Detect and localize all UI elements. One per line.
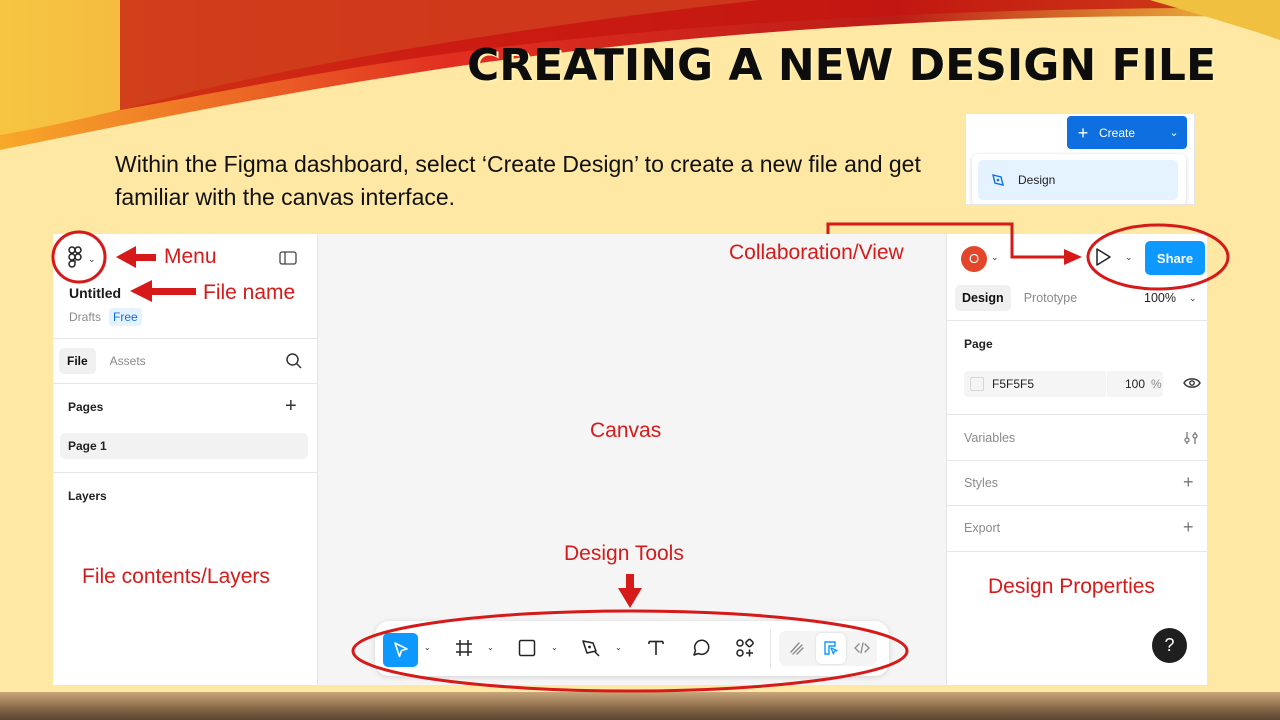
create-menu: Design: [972, 154, 1186, 204]
rectangle-icon: [518, 639, 536, 657]
plus-icon: +: [1077, 122, 1089, 143]
fill-percent-sign: %: [1151, 377, 1162, 391]
design-pen-icon: [978, 172, 1018, 188]
tab-prototype[interactable]: Prototype: [1017, 285, 1085, 311]
tab-assets[interactable]: Assets: [102, 348, 154, 374]
actions-tool-button[interactable]: [732, 635, 758, 661]
divider: [53, 383, 318, 384]
annotation-file-name: File name: [203, 281, 296, 304]
eye-visibility-icon[interactable]: [1183, 376, 1201, 395]
chevron-down-icon[interactable]: ⌄: [991, 252, 999, 263]
add-style-plus-icon[interactable]: +: [1183, 473, 1194, 491]
toolbar-divider: [770, 629, 771, 669]
chevron-down-icon: ⌄: [1169, 127, 1179, 139]
create-design-label: Design: [1018, 173, 1056, 187]
design-mode-button[interactable]: [818, 635, 844, 661]
comment-tool-button[interactable]: [688, 635, 714, 661]
page-section-title: Page: [964, 337, 993, 351]
file-location-label[interactable]: Drafts: [69, 310, 101, 324]
code-brackets-icon: [854, 642, 870, 654]
file-location: Drafts Free: [69, 308, 142, 326]
move-tool-button[interactable]: [383, 633, 418, 667]
tab-file[interactable]: File: [59, 348, 96, 374]
divider: [53, 472, 318, 473]
shape-tool-button[interactable]: [514, 635, 540, 661]
chevron-down-icon[interactable]: ⌄: [424, 643, 431, 652]
add-export-plus-icon[interactable]: +: [1183, 518, 1194, 536]
create-button-label: Create: [1099, 125, 1136, 140]
present-play-icon[interactable]: [1094, 247, 1112, 272]
figma-logo-icon: [67, 245, 83, 273]
text-tool-button[interactable]: [643, 635, 669, 661]
annotation-file-contents: File contents/Layers: [82, 565, 270, 588]
slide-subtitle: Within the Figma dashboard, select ‘Crea…: [115, 151, 921, 210]
file-name[interactable]: Untitled: [69, 285, 121, 301]
plan-badge: Free: [109, 308, 142, 326]
search-icon[interactable]: [285, 352, 303, 375]
draw-squiggle-icon: [790, 642, 804, 655]
comment-bubble-icon: [693, 639, 710, 656]
create-design-menu-item[interactable]: Design: [978, 160, 1178, 200]
zoom-level[interactable]: 100%: [1144, 291, 1176, 305]
layers-header: Layers: [68, 489, 107, 503]
divider: [947, 505, 1207, 506]
create-button[interactable]: + Create ⌄: [1067, 116, 1187, 149]
chevron-down-icon[interactable]: ⌄: [1125, 252, 1133, 263]
add-page-plus-icon[interactable]: +: [285, 396, 297, 416]
export-label: Export: [964, 521, 1001, 535]
annotation-collaboration: Collaboration/View: [729, 241, 904, 264]
variables-sliders-icon[interactable]: [1183, 430, 1199, 451]
design-canvas[interactable]: ⌄ ⌄ ⌄ ⌄: [318, 234, 946, 685]
styles-label: Styles: [964, 476, 999, 490]
pen-tool-button[interactable]: [578, 635, 604, 661]
share-button[interactable]: Share: [1145, 241, 1205, 275]
divider: [947, 414, 1207, 415]
help-button[interactable]: ?: [1152, 628, 1187, 663]
dev-mode-button[interactable]: [849, 635, 875, 661]
tab-design[interactable]: Design: [955, 285, 1011, 311]
right-panel-tabs: Design Prototype: [955, 285, 1084, 311]
chevron-down-icon[interactable]: ⌄: [551, 643, 558, 652]
cursor-arrow-icon: [393, 642, 408, 658]
chevron-down-icon[interactable]: ⌄: [615, 643, 622, 652]
pen-nib-icon: [582, 640, 600, 657]
slide-title: Creating a New Design File: [466, 40, 1216, 91]
draw-mode-button[interactable]: [784, 635, 810, 661]
divider: [947, 551, 1207, 552]
color-swatch[interactable]: [970, 377, 984, 391]
annotation-menu: Menu: [164, 245, 217, 268]
fill-hex-value[interactable]: F5F5F5: [992, 377, 1106, 391]
fill-opacity-value[interactable]: 100: [1107, 377, 1151, 391]
page-background-fill[interactable]: F5F5F5 100 %: [964, 371, 1163, 397]
frame-hash-icon: [456, 640, 472, 656]
chevron-down-icon[interactable]: ⌄: [487, 643, 494, 652]
design-mode-icon: [824, 641, 838, 655]
actions-grid-icon: [736, 638, 754, 657]
text-t-icon: [648, 640, 664, 655]
page-list-item[interactable]: Page 1: [60, 433, 308, 459]
right-panel: O ⌄ ⌄ Share Design Prototype 100% ⌄ Page…: [946, 234, 1207, 685]
sidebar-toggle-icon[interactable]: [279, 250, 297, 271]
divider: [53, 338, 318, 339]
design-toolbar: ⌄ ⌄ ⌄ ⌄: [375, 621, 889, 676]
pages-header: Pages: [68, 400, 104, 414]
annotation-design-properties: Design Properties: [988, 575, 1155, 598]
left-panel-tabs: File Assets: [59, 348, 154, 374]
divider: [947, 460, 1207, 461]
annotation-design-tools: Design Tools: [564, 542, 684, 565]
user-avatar[interactable]: O: [961, 246, 987, 272]
annotation-canvas: Canvas: [590, 419, 662, 442]
slide-bottom-bar: [0, 692, 1280, 720]
chevron-down-icon[interactable]: ⌄: [1189, 293, 1197, 304]
main-menu-button[interactable]: ⌄: [67, 245, 103, 273]
variables-label: Variables: [964, 431, 1016, 445]
create-dropdown-snippet: + Create ⌄ Design: [965, 113, 1195, 205]
divider: [947, 320, 1207, 321]
frame-tool-button[interactable]: [451, 635, 477, 661]
chevron-down-icon: ⌄: [88, 253, 96, 264]
